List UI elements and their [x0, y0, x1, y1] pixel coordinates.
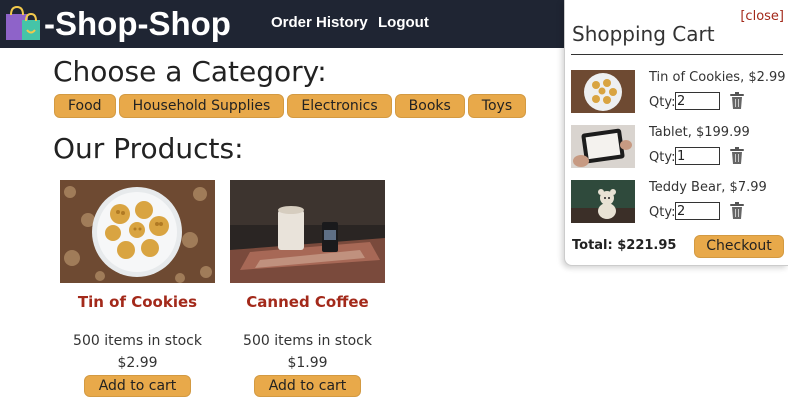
cart-item-name: Tin of Cookies, $2.99 [649, 70, 786, 85]
shopping-bags-logo-icon [6, 6, 40, 40]
add-to-cart-button[interactable]: Add to cart [253, 375, 362, 397]
cookie-tin-image[interactable] [60, 180, 215, 283]
product-name[interactable]: Tin of Cookies [60, 293, 215, 311]
category-button-household-supplies[interactable]: Household Supplies [118, 94, 285, 118]
qty-label: Qty: [649, 150, 676, 165]
qty-input[interactable] [675, 202, 720, 220]
product-price: $2.99 [117, 355, 158, 371]
cart-item: Tin of Cookies, $2.99 Qty: [571, 70, 787, 114]
category-button-food[interactable]: Food [54, 94, 116, 118]
product-stock: 500 items in stock [73, 333, 202, 349]
trash-icon[interactable] [729, 147, 745, 165]
cart-item-name: Teddy Bear, $7.99 [649, 180, 767, 195]
logout-link[interactable]: Logout [378, 14, 429, 32]
cart-item: Teddy Bear, $7.99 Qty: [571, 180, 787, 224]
canned-coffee-image[interactable] [230, 180, 385, 283]
cart-divider [571, 54, 783, 55]
shopping-cart-panel: [close] Shopping Cart Tin of Cookies, $2… [564, 0, 788, 266]
category-button-books[interactable]: Books [394, 94, 465, 118]
cart-close-link[interactable]: [close] [740, 9, 784, 24]
qty-label: Qty: [649, 205, 676, 220]
product-card: Tin of Cookies 500 items in stock $2.99 … [60, 180, 215, 397]
category-list: Food Household Supplies Electronics Book… [54, 94, 527, 118]
add-to-cart-button[interactable]: Add to cart [83, 375, 192, 397]
tablet-thumbnail [571, 125, 635, 168]
category-button-toys[interactable]: Toys [467, 94, 527, 118]
products-heading: Our Products: [53, 132, 244, 165]
brand-title[interactable]: -Shop-Shop [44, 4, 231, 44]
cart-title: Shopping Cart [572, 22, 715, 46]
checkout-button[interactable]: Checkout [694, 235, 784, 258]
qty-input[interactable] [675, 92, 720, 110]
category-button-electronics[interactable]: Electronics [287, 94, 392, 118]
cookie-tin-thumbnail [571, 70, 635, 113]
cart-total: Total: $221.95 [572, 238, 677, 253]
qty-label: Qty: [649, 95, 676, 110]
trash-icon[interactable] [729, 92, 745, 110]
trash-icon[interactable] [729, 202, 745, 220]
teddy-bear-thumbnail [571, 180, 635, 223]
cart-item: Tablet, $199.99 Qty: [571, 125, 787, 169]
cart-item-name: Tablet, $199.99 [649, 125, 750, 140]
product-name[interactable]: Canned Coffee [230, 293, 385, 311]
order-history-link[interactable]: Order History [271, 14, 368, 32]
product-card: Canned Coffee 500 items in stock $1.99 A… [230, 180, 385, 397]
qty-input[interactable] [675, 147, 720, 165]
product-price: $1.99 [287, 355, 328, 371]
product-stock: 500 items in stock [243, 333, 372, 349]
category-heading: Choose a Category: [53, 55, 327, 88]
